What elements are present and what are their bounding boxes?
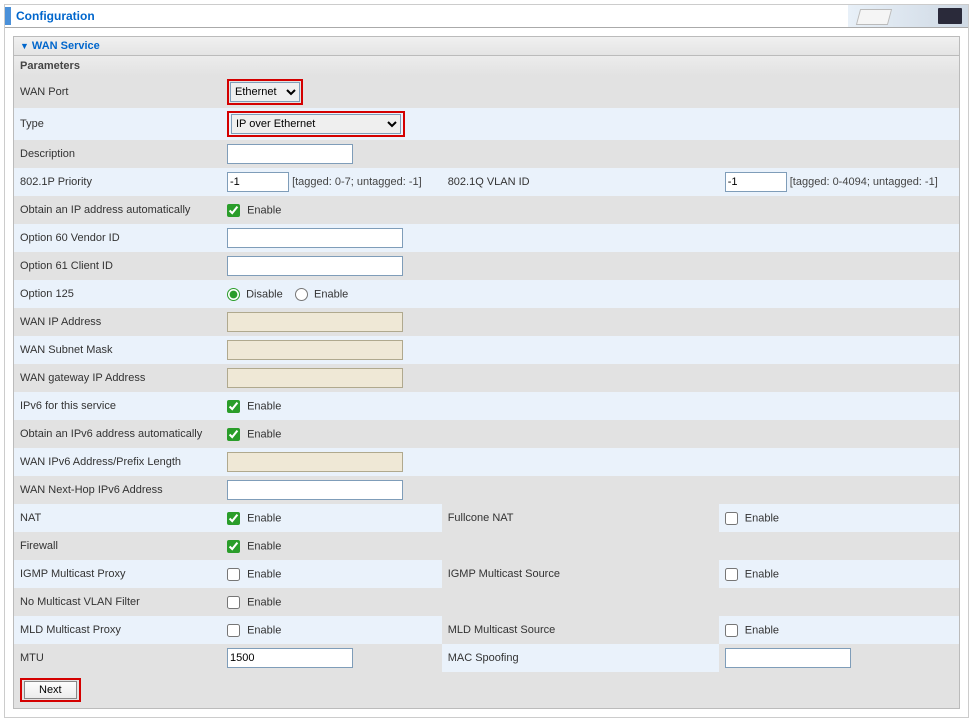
panel-header[interactable]: ▼WAN Service bbox=[14, 37, 959, 56]
8021p-hint: [tagged: 0-7; untagged: -1] bbox=[292, 176, 422, 188]
highlight-next: Next bbox=[20, 678, 81, 702]
obtain-ip-checkbox[interactable] bbox=[227, 204, 240, 217]
firewall-opt: Enable bbox=[247, 540, 281, 552]
label-type: Type bbox=[14, 108, 221, 140]
opt125-disable-label: Disable bbox=[246, 288, 283, 300]
highlight-wan-port: Ethernet bbox=[227, 79, 303, 105]
config-window: Configuration ▼WAN Service Parameters WA… bbox=[4, 4, 969, 718]
obtain-ipv6-checkbox[interactable] bbox=[227, 428, 240, 441]
label-no-mcast-vlan: No Multicast VLAN Filter bbox=[14, 588, 221, 616]
8021q-hint: [tagged: 0-4094; untagged: -1] bbox=[790, 176, 938, 188]
8021p-input[interactable] bbox=[227, 172, 289, 192]
mld-proxy-opt: Enable bbox=[247, 624, 281, 636]
label-wan-port: WAN Port bbox=[14, 76, 221, 108]
panel-title: WAN Service bbox=[32, 40, 100, 52]
igmp-source-opt: Enable bbox=[745, 568, 779, 580]
description-input[interactable] bbox=[227, 144, 353, 164]
ipv6-svc-checkbox[interactable] bbox=[227, 400, 240, 413]
label-wan-ip: WAN IP Address bbox=[14, 308, 221, 336]
opt125-disable-radio[interactable] bbox=[227, 288, 240, 301]
opt61-input[interactable] bbox=[227, 256, 403, 276]
opt60-input[interactable] bbox=[227, 228, 403, 248]
label-fullcone: Fullcone NAT bbox=[442, 504, 719, 532]
label-wan-gw: WAN gateway IP Address bbox=[14, 364, 221, 392]
wan-service-panel: ▼WAN Service Parameters WAN Port Etherne… bbox=[13, 36, 960, 709]
nat-checkbox[interactable] bbox=[227, 512, 240, 525]
label-firewall: Firewall bbox=[14, 532, 221, 560]
mld-source-checkbox[interactable] bbox=[725, 624, 738, 637]
label-opt60: Option 60 Vendor ID bbox=[14, 224, 221, 252]
label-obtain-ipv6: Obtain an IPv6 address automatically bbox=[14, 420, 221, 448]
label-opt125: Option 125 bbox=[14, 280, 221, 308]
label-mld-source: MLD Multicast Source bbox=[442, 616, 719, 644]
collapse-triangle-icon: ▼ bbox=[20, 41, 29, 51]
wan-nexthop-input[interactable] bbox=[227, 480, 403, 500]
label-8021p: 802.1P Priority bbox=[14, 168, 221, 196]
obtain-ip-opt: Enable bbox=[247, 204, 281, 216]
label-mld-proxy: MLD Multicast Proxy bbox=[14, 616, 221, 644]
opt125-enable-label: Enable bbox=[314, 288, 348, 300]
label-nat: NAT bbox=[14, 504, 221, 532]
wan-ip-input bbox=[227, 312, 403, 332]
label-mac-spoof: MAC Spoofing bbox=[442, 644, 719, 672]
wan-port-select[interactable]: Ethernet bbox=[230, 82, 300, 102]
parameters-table: WAN Port Ethernet Type IP over Ethernet bbox=[14, 76, 959, 672]
highlight-type: IP over Ethernet bbox=[227, 111, 405, 137]
parameters-header: Parameters bbox=[14, 56, 959, 76]
label-wan-ipv6-prefix: WAN IPv6 Address/Prefix Length bbox=[14, 448, 221, 476]
label-ipv6-svc: IPv6 for this service bbox=[14, 392, 221, 420]
label-opt61: Option 61 Client ID bbox=[14, 252, 221, 280]
fullcone-checkbox[interactable] bbox=[725, 512, 738, 525]
no-mcast-vlan-opt: Enable bbox=[247, 596, 281, 608]
firewall-checkbox[interactable] bbox=[227, 540, 240, 553]
label-igmp-source: IGMP Multicast Source bbox=[442, 560, 719, 588]
mac-spoof-input[interactable] bbox=[725, 648, 851, 668]
type-select[interactable]: IP over Ethernet bbox=[231, 114, 401, 134]
fullcone-opt: Enable bbox=[745, 512, 779, 524]
ipv6-svc-opt: Enable bbox=[247, 400, 281, 412]
wan-mask-input bbox=[227, 340, 403, 360]
panel-footer: Next bbox=[14, 672, 959, 708]
igmp-proxy-opt: Enable bbox=[247, 568, 281, 580]
wan-ipv6-prefix-input bbox=[227, 452, 403, 472]
label-wan-mask: WAN Subnet Mask bbox=[14, 336, 221, 364]
label-wan-nexthop: WAN Next-Hop IPv6 Address bbox=[14, 476, 221, 504]
label-obtain-ip: Obtain an IP address automatically bbox=[14, 196, 221, 224]
8021q-input[interactable] bbox=[725, 172, 787, 192]
opt125-enable-radio[interactable] bbox=[295, 288, 308, 301]
header-banner-image bbox=[848, 5, 968, 27]
next-button[interactable]: Next bbox=[24, 681, 77, 699]
igmp-proxy-checkbox[interactable] bbox=[227, 568, 240, 581]
title-bar: Configuration bbox=[5, 5, 968, 28]
mtu-input[interactable] bbox=[227, 648, 353, 668]
wan-gw-input bbox=[227, 368, 403, 388]
page-title: Configuration bbox=[16, 9, 95, 23]
label-igmp-proxy: IGMP Multicast Proxy bbox=[14, 560, 221, 588]
label-description: Description bbox=[14, 140, 221, 168]
title-marker bbox=[5, 7, 11, 25]
label-mtu: MTU bbox=[14, 644, 221, 672]
mld-source-opt: Enable bbox=[745, 624, 779, 636]
igmp-source-checkbox[interactable] bbox=[725, 568, 738, 581]
no-mcast-vlan-checkbox[interactable] bbox=[227, 596, 240, 609]
nat-opt: Enable bbox=[247, 512, 281, 524]
mld-proxy-checkbox[interactable] bbox=[227, 624, 240, 637]
obtain-ipv6-opt: Enable bbox=[247, 428, 281, 440]
label-8021q: 802.1Q VLAN ID bbox=[442, 168, 719, 196]
